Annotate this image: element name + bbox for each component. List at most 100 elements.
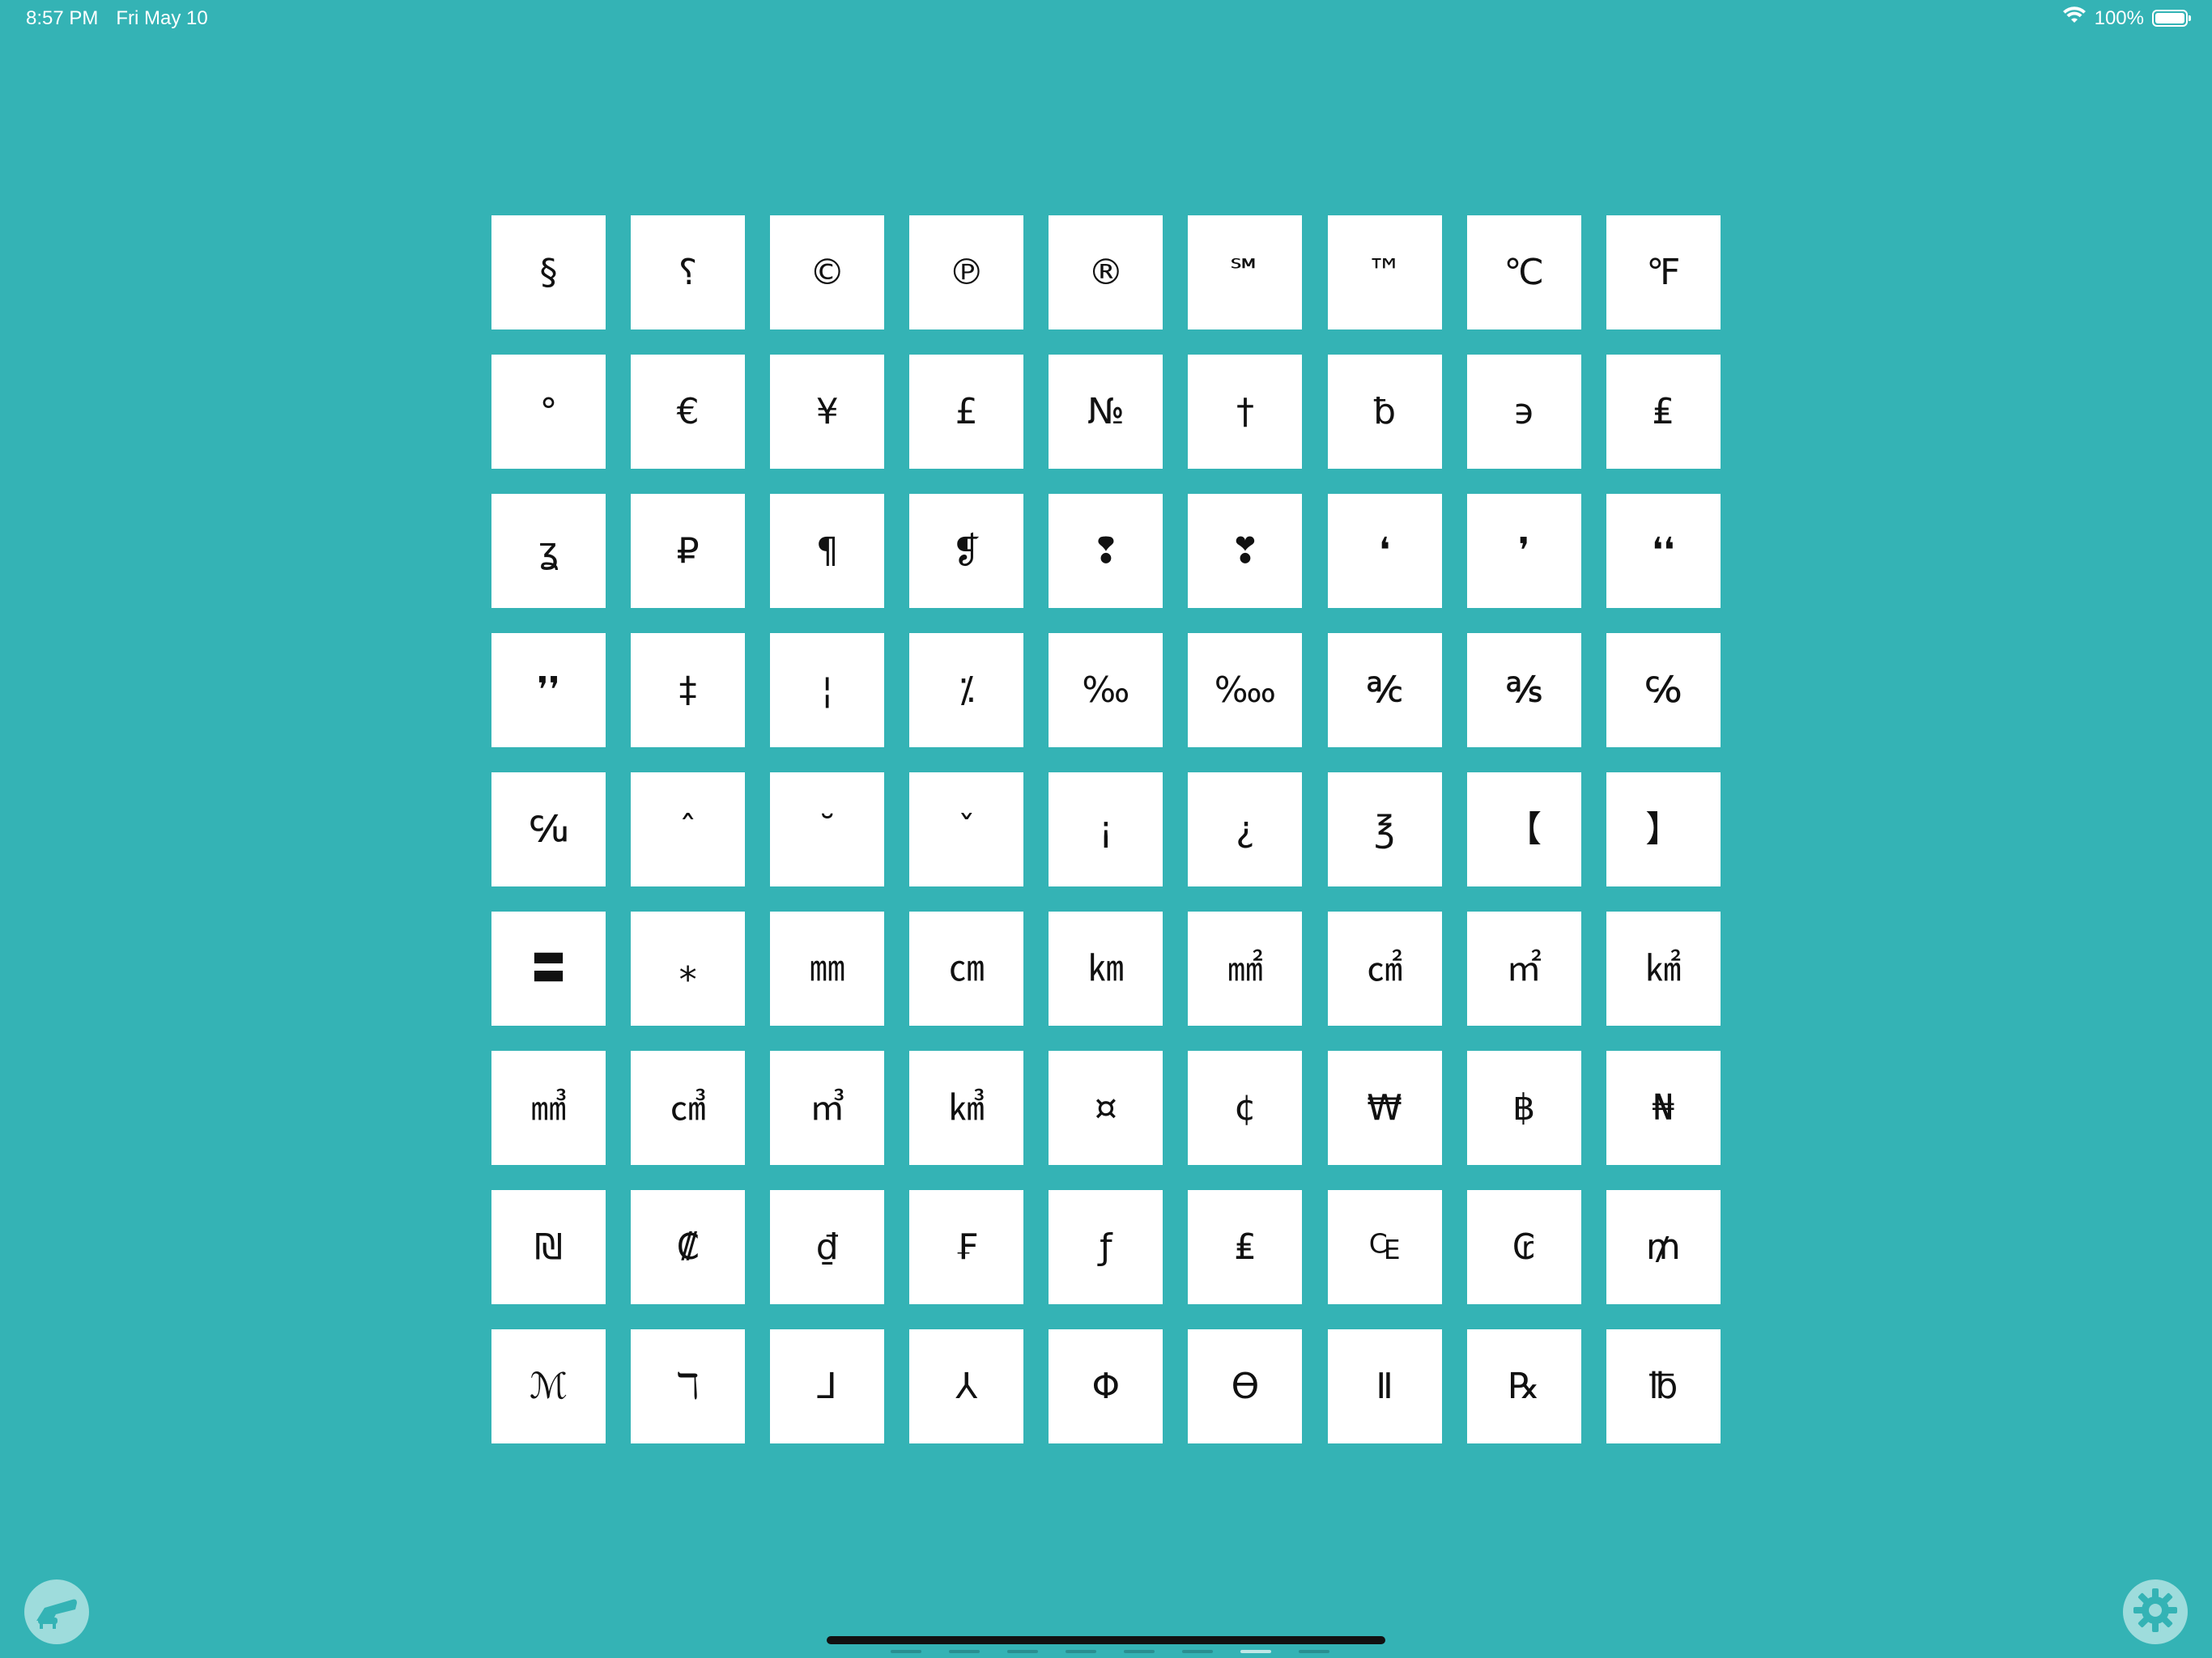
symbol-tile[interactable]: ℀ — [1327, 633, 1442, 747]
symbol-tile[interactable]: ℠ — [1188, 215, 1303, 329]
symbol-glyph: ₫ — [815, 1226, 839, 1268]
symbol-tile[interactable]: § — [491, 215, 606, 329]
symbol-glyph: ¡ — [1099, 808, 1113, 850]
symbol-tile[interactable]: ¶ — [770, 494, 885, 608]
symbol-tile[interactable]: ₽ — [631, 494, 746, 608]
symbol-tile[interactable]: ❛ — [1327, 494, 1442, 608]
symbol-tile[interactable]: ¡ — [1049, 772, 1163, 886]
symbol-tile[interactable]: ℅ — [1606, 633, 1721, 747]
symbol-tile[interactable]: ㎡ — [1466, 912, 1581, 1026]
status-date: Fri May 10 — [116, 7, 208, 29]
wifi-icon — [2062, 6, 2087, 30]
symbol-tile[interactable]: ¿ — [1188, 772, 1303, 886]
symbol-tile[interactable]: ₡ — [631, 1190, 746, 1304]
symbol-glyph: ₦ — [1652, 1086, 1675, 1129]
symbol-tile[interactable]: ㎦ — [909, 1051, 1024, 1165]
symbol-glyph: ℀ — [1366, 669, 1403, 711]
symbol-tile[interactable]: Ⅱ — [1327, 1329, 1442, 1443]
symbol-tile[interactable]: ˆ — [631, 772, 746, 886]
symbol-tile[interactable]: ❜❜ — [491, 633, 606, 747]
symbol-glyph: ❛❛ — [1652, 529, 1675, 572]
symbol-tile[interactable]: ℥ — [1327, 772, 1442, 886]
symbol-tile[interactable]: ₥ — [1606, 1190, 1721, 1304]
symbol-tile[interactable]: Φ — [1049, 1329, 1163, 1443]
symbol-tile[interactable]: € — [631, 355, 746, 469]
symbol-tile[interactable]: ㎞ — [1049, 912, 1163, 1026]
symbol-glyph: ¤ — [1094, 1086, 1117, 1129]
symbol-tile[interactable]: ℞ — [1466, 1329, 1581, 1443]
symbol-tile[interactable]: ℃ — [1466, 215, 1581, 329]
symbol-tile[interactable]: † — [1188, 355, 1303, 469]
symbol-tile[interactable]: ⁒ — [909, 633, 1024, 747]
symbol-tile[interactable]: ₢ — [1466, 1190, 1581, 1304]
settings-button[interactable] — [2123, 1579, 2188, 1644]
symbol-tile[interactable]: ㎝ — [909, 912, 1024, 1026]
symbol-tile[interactable]: ® — [1049, 215, 1163, 329]
symbol-tile[interactable]: ㎠ — [1327, 912, 1442, 1026]
symbol-tile[interactable]: ㎢ — [1606, 912, 1721, 1026]
symbol-tile[interactable]: ¦ — [770, 633, 885, 747]
symbol-tile[interactable]: 【 — [1466, 772, 1581, 886]
symbol-glyph: ₢ — [1512, 1226, 1536, 1268]
symbol-glyph: ㎞ — [1087, 947, 1124, 989]
symbol-tile[interactable]: ƀ — [1327, 355, 1442, 469]
symbol-tile[interactable]: ⁎ — [631, 912, 746, 1026]
symbol-tile[interactable]: ʓ — [491, 494, 606, 608]
symbol-tile[interactable]: № — [1049, 355, 1163, 469]
symbol-tile[interactable]: ฿ — [1466, 1051, 1581, 1165]
symbol-tile[interactable]: ₣ — [909, 1190, 1024, 1304]
symbol-tile[interactable]: ❣ — [1188, 494, 1303, 608]
page-dot — [1182, 1650, 1213, 1653]
symbol-glyph: ℥ — [1374, 808, 1395, 850]
symbol-tile[interactable]: 】 — [1606, 772, 1721, 886]
symbol-tile[interactable]: £ — [909, 355, 1024, 469]
symbol-tile[interactable]: ❛❛ — [1606, 494, 1721, 608]
symbol-tile[interactable]: ϶ — [1466, 355, 1581, 469]
symbol-tile[interactable]: ℗ — [909, 215, 1024, 329]
home-indicator[interactable] — [827, 1636, 1385, 1644]
symbol-tile[interactable]: ⅃ — [770, 1329, 885, 1443]
symbol-tile[interactable]: ❡ — [909, 494, 1024, 608]
symbol-tile[interactable]: ㎥ — [770, 1051, 885, 1165]
symbol-tile[interactable]: ₪ — [491, 1190, 606, 1304]
symbol-tile[interactable]: ‡ — [631, 633, 746, 747]
symbol-tile[interactable]: ❜ — [1466, 494, 1581, 608]
symbol-tile[interactable]: ❢ — [1049, 494, 1163, 608]
symbol-tile[interactable]: 〓 — [491, 912, 606, 1026]
symbol-tile[interactable]: ‰ — [1049, 633, 1163, 747]
symbol-tile[interactable]: ˇ — [909, 772, 1024, 886]
symbol-tile[interactable]: ㎟ — [1188, 912, 1303, 1026]
symbol-tile[interactable]: ƒ — [1049, 1190, 1163, 1304]
symbol-tile[interactable]: ℔ — [1606, 1329, 1721, 1443]
symbol-tile[interactable]: ¥ — [770, 355, 885, 469]
symbol-tile[interactable]: ℆ — [491, 772, 606, 886]
symbol-tile[interactable]: ° — [491, 355, 606, 469]
symbol-tile[interactable]: ₤ — [1188, 1190, 1303, 1304]
symbol-tile[interactable]: ™ — [1327, 215, 1442, 329]
symbol-tile[interactable]: ℉ — [1606, 215, 1721, 329]
symbol-glyph: ❢ — [1091, 529, 1121, 572]
symbol-tile[interactable]: © — [770, 215, 885, 329]
symbol-tile[interactable]: ‱ — [1188, 633, 1303, 747]
symbol-tile[interactable]: ㎣ — [491, 1051, 606, 1165]
symbol-tile[interactable]: ¤ — [1049, 1051, 1163, 1165]
symbol-tile[interactable]: ⅄ — [909, 1329, 1024, 1443]
symbol-tile[interactable]: ℸ — [631, 1329, 746, 1443]
symbol-tile[interactable]: ₩ — [1327, 1051, 1442, 1165]
symbol-tile[interactable]: ₫ — [770, 1190, 885, 1304]
symbol-tile[interactable]: ㎤ — [631, 1051, 746, 1165]
symbol-tile[interactable]: ⸮ — [631, 215, 746, 329]
symbol-tile[interactable]: ˘ — [770, 772, 885, 886]
symbol-tile[interactable]: ¢ — [1188, 1051, 1303, 1165]
symbol-tile[interactable]: ₦ — [1606, 1051, 1721, 1165]
symbol-tile[interactable]: ℁ — [1466, 633, 1581, 747]
symbol-glyph: ℗ — [948, 251, 985, 293]
symbol-tile[interactable]: ₤ — [1606, 355, 1721, 469]
symbol-glyph: ϶ — [1512, 390, 1535, 432]
symbol-glyph: ℔ — [1648, 1365, 1678, 1407]
symbol-tile[interactable]: ₠ — [1327, 1190, 1442, 1304]
symbol-tile[interactable]: ϴ — [1188, 1329, 1303, 1443]
symbol-tile[interactable]: ㎜ — [770, 912, 885, 1026]
symbol-tile[interactable]: ℳ — [491, 1329, 606, 1443]
chair-button[interactable] — [24, 1579, 89, 1644]
